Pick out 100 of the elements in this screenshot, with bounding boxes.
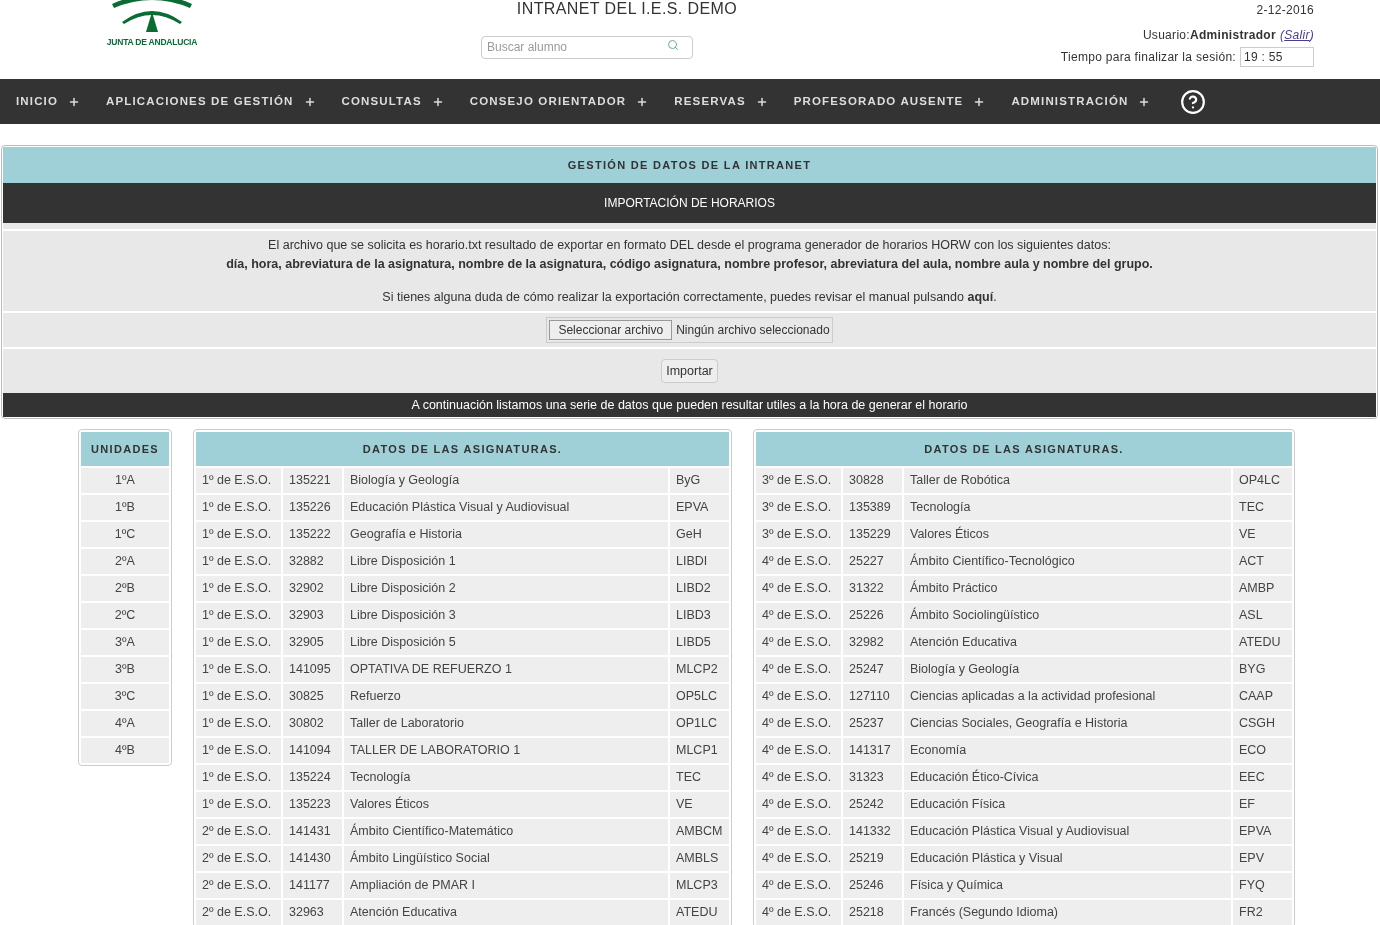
plus-icon — [303, 95, 316, 108]
table-cell: Biología y Geología — [904, 657, 1233, 683]
table-cell: 31322 — [843, 576, 904, 602]
table-cell: TALLER DE LABORATORIO 1 — [344, 738, 670, 764]
table-cell: Ámbito Sociolingüístico — [904, 603, 1233, 629]
table-cell: Educación Plástica y Visual — [904, 846, 1233, 872]
table-cell: Valores Éticos — [344, 792, 670, 818]
table-cell: 4º de E.S.O. — [756, 792, 843, 818]
table-cell: Ámbito Lingüístico Social — [344, 846, 670, 872]
table-cell: ACT — [1233, 549, 1292, 575]
table-cell: EPV — [1233, 846, 1292, 872]
table-cell: 4º de E.S.O. — [756, 711, 843, 737]
table-cell: Ciencias aplicadas a la actividad profesional — [904, 684, 1233, 710]
table-cell: EEC — [1233, 765, 1292, 791]
table-cell: 141332 — [843, 819, 904, 845]
table-cell: AMBCM — [670, 819, 729, 845]
table-cell: AMBP — [1233, 576, 1292, 602]
table-cell: 1º de E.S.O. — [196, 765, 283, 791]
table-cell: FR2 — [1233, 900, 1292, 925]
table-cell: TEC — [670, 765, 729, 791]
table-cell: 141094 — [283, 738, 344, 764]
table-cell: 1º de E.S.O. — [196, 738, 283, 764]
table-cell: 135226 — [283, 495, 344, 521]
table-cell: 1º de E.S.O. — [196, 468, 283, 494]
table-cell: ATEDU — [670, 900, 729, 925]
plus-icon — [636, 95, 649, 108]
table-cell: 135389 — [843, 495, 904, 521]
table-cell: 3ºA — [81, 628, 169, 656]
table-cell: Libre Disposición 2 — [344, 576, 670, 602]
table-cell: 135229 — [843, 522, 904, 548]
logout-link[interactable]: Salir — [1284, 26, 1310, 44]
table-cell: 2ºB — [81, 574, 169, 602]
nav-item[interactable]: RESERVAS — [674, 92, 768, 111]
nav-item[interactable]: PROFESORADO AUSENTE — [793, 92, 986, 111]
table-cell: Valores Éticos — [904, 522, 1233, 548]
table-cell: 4º de E.S.O. — [756, 603, 843, 629]
plus-icon — [755, 95, 768, 108]
import-button[interactable]: Importar — [661, 359, 718, 384]
table-cell: 135221 — [283, 468, 344, 494]
user-name: Administrador — [1189, 27, 1276, 44]
session-time-field[interactable]: 19 : 55 — [1240, 47, 1314, 67]
table-cell: 3ºB — [81, 655, 169, 683]
logout-paren: ( — [1279, 27, 1285, 44]
search-field[interactable]: Buscar alumno — [481, 35, 693, 59]
site-title: INTRANET DEL I.E.S. DEMO — [516, 0, 738, 18]
table-cell: 25246 — [843, 873, 904, 899]
panel-heading: GESTIÓN DE DATOS DE LA INTRANET — [3, 147, 1376, 183]
table-cell: Geografía e Historia — [344, 522, 670, 548]
table-cell: Francés (Segundo Idioma) — [904, 900, 1233, 925]
table-cell: Educación Física — [904, 792, 1233, 818]
nav-item[interactable]: APLICACIONES DE GESTIÓN — [106, 92, 316, 111]
table-heading: UNIDADES — [81, 432, 169, 467]
table-cell: 141317 — [843, 738, 904, 764]
table-cell: Atención Educativa — [904, 630, 1233, 656]
table-cell: GeH — [670, 522, 729, 548]
table-heading: DATOS DE LAS ASIGNATURAS. — [196, 432, 729, 467]
table-cell: 1º de E.S.O. — [196, 495, 283, 521]
table-cell: VE — [1233, 522, 1292, 548]
table-cell: ByG — [670, 468, 729, 494]
table-cell: MLCP3 — [670, 873, 729, 899]
table-cell: 30828 — [843, 468, 904, 494]
table-cell: 1ºA — [81, 466, 169, 494]
nav-item[interactable]: ADMINISTRACIÓN — [1011, 92, 1151, 111]
panel-subheading: IMPORTACIÓN DE HORARIOS — [3, 183, 1376, 223]
table-cell: 135223 — [283, 792, 344, 818]
table-cell: 2º de E.S.O. — [196, 900, 283, 925]
table-cell: 1º de E.S.O. — [196, 792, 283, 818]
table-cell: 3º de E.S.O. — [756, 468, 843, 494]
nav-item[interactable]: CONSULTAS — [341, 92, 444, 111]
table-cell: 2º de E.S.O. — [196, 819, 283, 845]
table-cell: Refuerzo — [344, 684, 670, 710]
table-cell: 1ºC — [81, 520, 169, 548]
file-picker[interactable]: Seleccionar archivo Ningún archivo seleccionado — [546, 317, 833, 344]
help-icon[interactable] — [1180, 88, 1207, 115]
table-cell: 30825 — [283, 684, 344, 710]
nav-item[interactable]: CONSEJO ORIENTADOR — [469, 92, 649, 111]
table-cell: LIBD5 — [670, 630, 729, 656]
table-cell: 4º de E.S.O. — [756, 657, 843, 683]
table-cell: OP5LC — [670, 684, 729, 710]
search-icon — [667, 39, 679, 51]
table-cell: OP1LC — [670, 711, 729, 737]
table-cell: OP4LC — [1233, 468, 1292, 494]
table-cell: 1º de E.S.O. — [196, 603, 283, 629]
table-cell: ECO — [1233, 738, 1292, 764]
table-cell: Ampliación de PMAR I — [344, 873, 670, 899]
table-cell: Ámbito Científico-Tecnológico — [904, 549, 1233, 575]
file-button[interactable]: Seleccionar archivo — [549, 320, 673, 341]
nav-item[interactable]: INICIO — [16, 92, 81, 111]
info-text: El archivo que se solicita es horario.txt resultado de exportar en formato DEL desde el programa generador de horarios HORW con los siguientes datos: — [268, 237, 1111, 254]
table-cell: 141431 — [283, 819, 344, 845]
table-cell: ATEDU — [1233, 630, 1292, 656]
plus-icon — [68, 95, 81, 108]
table-cell: Libre Disposición 1 — [344, 549, 670, 575]
date-text: 2-12-2016 — [1256, 2, 1314, 19]
table-cell: 4º de E.S.O. — [756, 738, 843, 764]
table-cell: 2º de E.S.O. — [196, 846, 283, 872]
table-cell: LIBDI — [670, 549, 729, 575]
table-cell: 1º de E.S.O. — [196, 549, 283, 575]
file-status: Ningún archivo seleccionado — [676, 322, 830, 340]
table-cell: 4º de E.S.O. — [756, 765, 843, 791]
